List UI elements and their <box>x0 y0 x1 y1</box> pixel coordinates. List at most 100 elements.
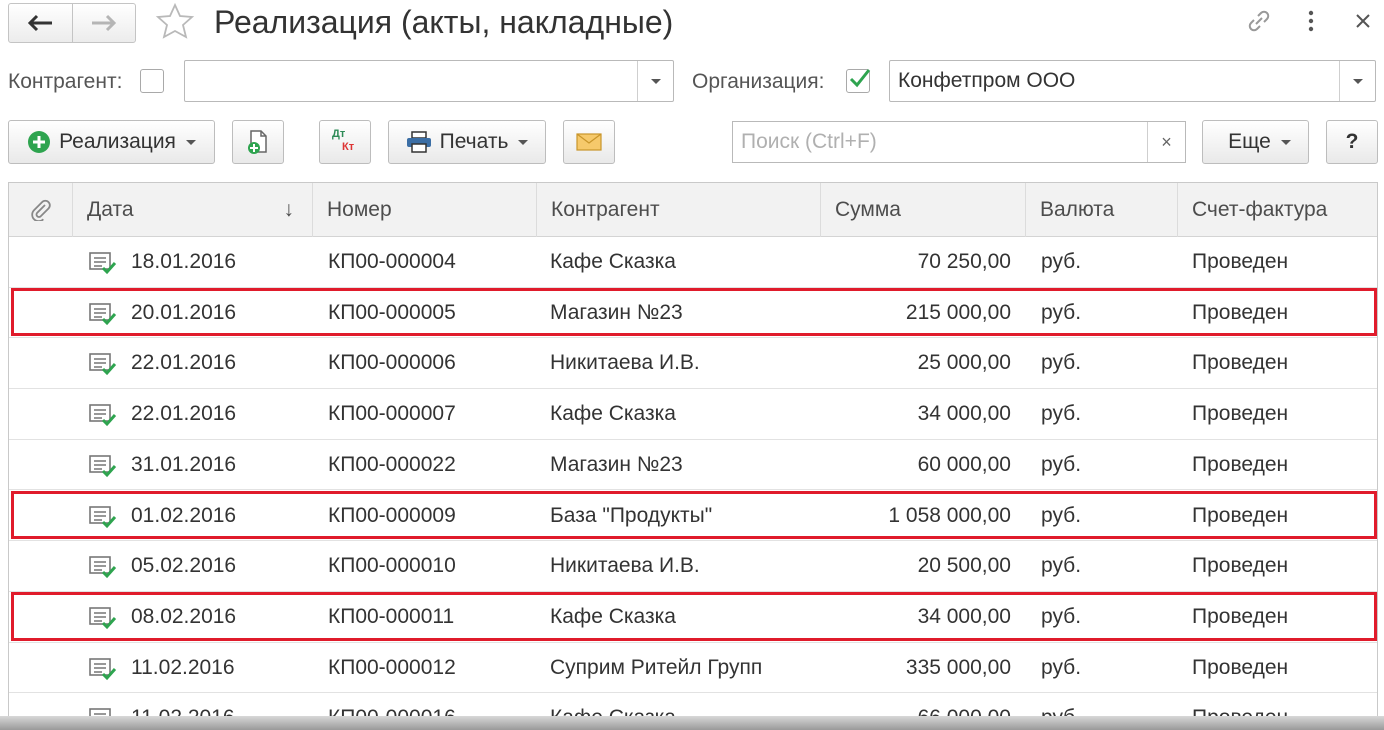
cell-number: КП00-000011 <box>328 604 455 628</box>
more-menu-button[interactable] <box>1296 6 1326 36</box>
cell-number: КП00-000010 <box>328 554 456 578</box>
cell-sum: 20 500,00 <box>917 554 1011 578</box>
cell-invoice: Проведен <box>1192 604 1289 628</box>
back-button[interactable] <box>9 4 72 42</box>
table-row[interactable]: 11.02.2016 КП00-000012 Суприм Ритейл Гру… <box>9 643 1377 694</box>
cell-sum: 34 000,00 <box>917 402 1011 426</box>
posted-document-icon <box>89 607 117 630</box>
cell-counterparty: Кафе Сказка <box>550 402 676 426</box>
cell-counterparty: Никитаева И.В. <box>550 351 700 375</box>
cell-date: 05.02.2016 <box>131 554 237 578</box>
posted-document-icon <box>89 404 117 427</box>
posted-document-icon <box>89 505 117 528</box>
posted-document-icon <box>89 556 117 579</box>
cell-sum: 1 058 000,00 <box>888 503 1011 527</box>
cell-number: КП00-000012 <box>328 655 456 679</box>
help-button[interactable]: ? <box>1326 120 1378 164</box>
search-clear-button[interactable]: × <box>1147 122 1185 162</box>
counterparty-field[interactable] <box>184 60 674 102</box>
organization-field[interactable]: Конфетпром ООО <box>889 60 1376 102</box>
column-header-sum[interactable]: Сумма <box>821 183 1026 237</box>
dt-kt-button[interactable]: Дт Кт <box>319 120 371 164</box>
search-field[interactable]: Поиск (Ctrl+F) × <box>732 121 1186 163</box>
table-row[interactable]: 05.02.2016 КП00-000010 Никитаева И.В. 20… <box>9 541 1377 592</box>
copy-document-icon <box>248 130 267 154</box>
column-header-currency[interactable]: Валюта <box>1026 183 1178 237</box>
cell-counterparty: Магазин №23 <box>550 452 683 476</box>
search-placeholder: Поиск (Ctrl+F) <box>741 130 877 153</box>
cell-date: 20.01.2016 <box>131 300 237 324</box>
documents-table: Дата ↓ Номер Контрагент Сумма Валюта Сче… <box>8 182 1378 730</box>
table-row[interactable]: 31.01.2016 КП00-000022 Магазин №23 60 00… <box>9 440 1377 491</box>
column-header-date-label: Дата <box>87 198 134 221</box>
cell-invoice: Проведен <box>1192 655 1289 679</box>
forward-button[interactable] <box>71 4 136 42</box>
cell-sum: 70 250,00 <box>917 250 1011 273</box>
posted-document-icon <box>89 353 117 376</box>
table-row[interactable]: 22.01.2016 КП00-000007 Кафе Сказка 34 00… <box>9 389 1377 440</box>
cell-date: 31.01.2016 <box>131 452 237 476</box>
cell-number: КП00-000009 <box>328 503 456 527</box>
table-row[interactable]: 20.01.2016 КП00-000005 Магазин №23 215 0… <box>9 288 1377 339</box>
table-row[interactable]: 01.02.2016 КП00-000009 База "Продукты" 1… <box>9 491 1377 542</box>
counterparty-dropdown-button[interactable] <box>637 61 673 101</box>
column-header-invoice[interactable]: Счет-фактура <box>1178 183 1377 237</box>
bottom-edge-shadow <box>0 716 1384 730</box>
organization-checkbox[interactable] <box>846 69 871 93</box>
table-row[interactable]: 08.02.2016 КП00-000011 Кафе Сказка 34 00… <box>9 592 1377 643</box>
copy-document-button[interactable] <box>232 120 284 164</box>
cell-date: 22.01.2016 <box>131 402 237 426</box>
cell-date: 22.01.2016 <box>131 351 237 375</box>
table-row[interactable]: 18.01.2016 КП00-000004 Кафе Сказка 70 25… <box>9 237 1377 288</box>
close-button[interactable] <box>1348 6 1378 36</box>
cell-number: КП00-000005 <box>328 300 456 324</box>
link-button[interactable] <box>1244 6 1274 36</box>
send-email-button[interactable] <box>563 120 615 164</box>
dt-label: Дт <box>332 128 346 140</box>
cell-date: 11.02.2016 <box>131 655 235 679</box>
counterparty-checkbox[interactable] <box>140 69 164 93</box>
cell-number: КП00-000022 <box>328 452 456 476</box>
table-row[interactable]: 22.01.2016 КП00-000006 Никитаева И.В. 25… <box>9 338 1377 390</box>
close-icon <box>1356 14 1370 28</box>
create-realization-button[interactable]: Реализация <box>8 120 215 164</box>
cell-currency: руб. <box>1041 351 1082 375</box>
cell-currency: руб. <box>1041 452 1082 476</box>
column-header-counterparty[interactable]: Контрагент <box>537 183 821 237</box>
cell-currency: руб. <box>1041 655 1082 679</box>
posted-document-icon <box>89 454 117 477</box>
chevron-down-icon <box>1352 78 1363 84</box>
cell-date: 08.02.2016 <box>131 604 237 628</box>
more-button[interactable]: Еще <box>1202 120 1309 164</box>
cell-sum: 34 000,00 <box>917 604 1011 628</box>
navigation-buttons <box>8 3 136 43</box>
cell-sum: 25 000,00 <box>917 351 1011 375</box>
cell-currency: руб. <box>1041 300 1082 324</box>
column-header-date[interactable]: Дата ↓ <box>73 183 313 237</box>
favorite-star-icon[interactable] <box>155 2 195 42</box>
cell-date: 18.01.2016 <box>131 250 237 273</box>
cell-sum: 60 000,00 <box>917 452 1011 476</box>
cell-invoice: Проведен <box>1192 503 1289 527</box>
organization-dropdown-button[interactable] <box>1339 61 1375 101</box>
posted-document-icon <box>89 657 117 680</box>
print-button[interactable]: Печать <box>388 120 546 164</box>
cell-invoice: Проведен <box>1192 250 1289 273</box>
organization-label: Организация: <box>692 70 825 93</box>
arrow-left-icon <box>28 14 53 32</box>
posted-document-icon <box>89 302 117 325</box>
attachment-column-header[interactable] <box>9 183 73 237</box>
plus-circle-icon <box>28 131 51 153</box>
cell-counterparty: Кафе Сказка <box>550 250 676 273</box>
cell-counterparty: Никитаева И.В. <box>550 554 700 578</box>
cell-date: 01.02.2016 <box>131 503 237 527</box>
cell-counterparty: Суприм Ритейл Групп <box>550 655 763 679</box>
cell-currency: руб. <box>1041 554 1082 578</box>
column-header-number[interactable]: Номер <box>313 183 537 237</box>
table-header: Дата ↓ Номер Контрагент Сумма Валюта Сче… <box>9 183 1377 237</box>
cell-sum: 215 000,00 <box>905 300 1011 324</box>
cell-number: КП00-000006 <box>328 351 456 375</box>
kt-label: Кт <box>342 141 355 153</box>
link-icon <box>1248 10 1270 32</box>
dt-kt-icon: Дт Кт <box>330 128 360 156</box>
